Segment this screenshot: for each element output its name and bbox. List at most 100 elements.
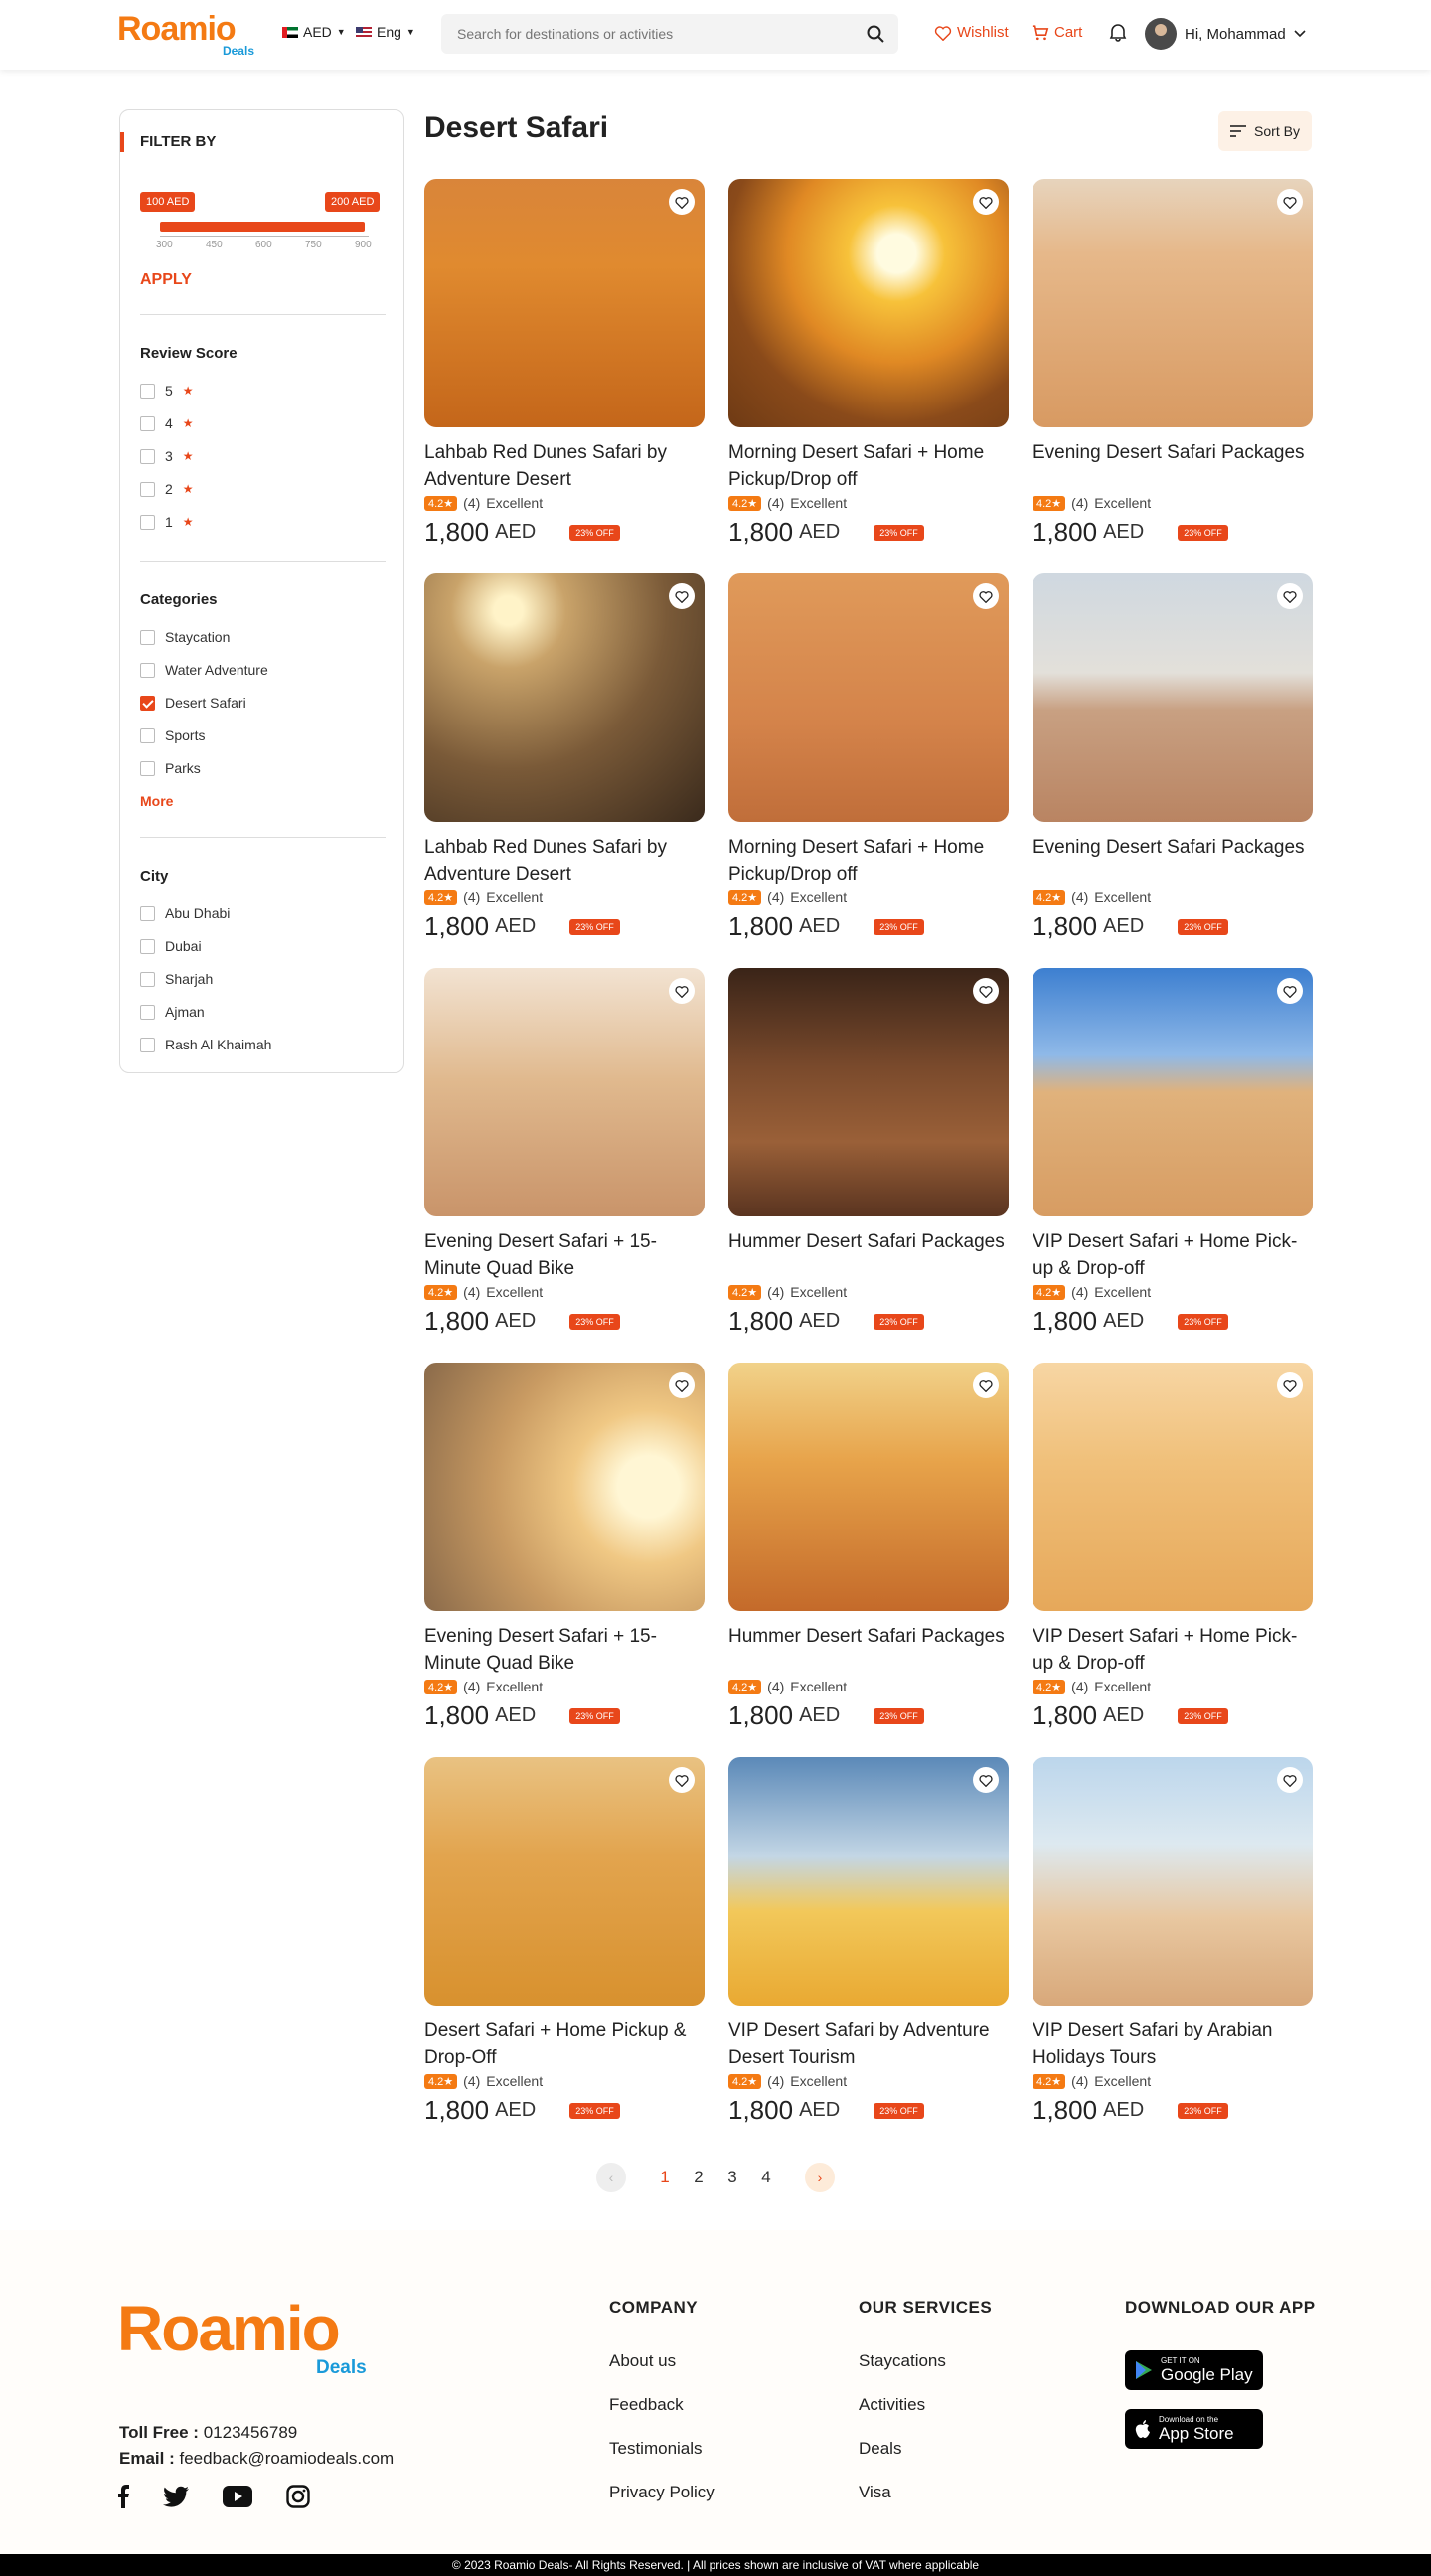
product-card[interactable]: Desert Safari + Home Pickup & Drop-Off 4.… <box>424 1757 705 2135</box>
product-name[interactable]: VIP Desert Safari + Home Pick-up & Drop-… <box>1033 1228 1313 1282</box>
wishlist-heart-icon[interactable] <box>669 583 695 609</box>
footer-logo[interactable]: Roamio Deals <box>117 2294 378 2378</box>
checkbox[interactable] <box>140 514 155 530</box>
wishlist-heart-icon[interactable] <box>973 189 999 215</box>
product-name[interactable]: Evening Desert Safari + 15-Minute Quad B… <box>424 1623 705 1677</box>
wishlist-heart-icon[interactable] <box>1277 978 1303 1004</box>
product-name[interactable]: Lahbab Red Dunes Safari by Adventure Des… <box>424 439 705 493</box>
google-play-button[interactable]: GET IT ON Google Play <box>1125 2350 1263 2390</box>
apply-button[interactable]: APPLY <box>140 271 192 289</box>
checkbox[interactable] <box>140 415 155 431</box>
wishlist-heart-icon[interactable] <box>669 978 695 1004</box>
product-card[interactable]: VIP Desert Safari + Home Pick-up & Drop-… <box>1033 1363 1313 1740</box>
city-option[interactable]: Rash Al Khaimah <box>140 1037 271 1052</box>
product-name[interactable]: VIP Desert Safari by Arabian Holidays To… <box>1033 2017 1313 2071</box>
user-menu[interactable]: Hi, Mohammad <box>1145 18 1306 50</box>
app-store-button[interactable]: Download on the App Store <box>1125 2409 1263 2449</box>
footer-link-about[interactable]: About us <box>609 2351 676 2371</box>
product-image[interactable] <box>1033 573 1313 822</box>
checkbox[interactable] <box>140 383 155 399</box>
search-icon[interactable] <box>867 25 884 43</box>
product-name[interactable]: Morning Desert Safari + Home Pickup/Drop… <box>728 439 1009 493</box>
city-option[interactable]: Sharjah <box>140 971 213 987</box>
product-name[interactable]: Hummer Desert Safari Packages <box>728 1228 1009 1255</box>
product-card[interactable]: Lahbab Red Dunes Safari by Adventure Des… <box>424 573 705 951</box>
wishlist-heart-icon[interactable] <box>1277 1767 1303 1793</box>
currency-selector[interactable]: AED ▼ <box>282 24 346 40</box>
checkbox[interactable] <box>140 971 155 987</box>
city-option[interactable]: Ajman <box>140 1004 205 1020</box>
product-card[interactable]: VIP Desert Safari + Home Pick-up & Drop-… <box>1033 968 1313 1346</box>
product-image[interactable] <box>424 968 705 1216</box>
product-image[interactable] <box>424 573 705 822</box>
footer-link-privacy[interactable]: Privacy Policy <box>609 2483 715 2502</box>
product-card[interactable]: VIP Desert Safari by Arabian Holidays To… <box>1033 1757 1313 2135</box>
checkbox[interactable] <box>140 448 155 464</box>
product-name[interactable]: Morning Desert Safari + Home Pickup/Drop… <box>728 834 1009 887</box>
product-image[interactable] <box>424 1363 705 1611</box>
page-2[interactable]: 2 <box>682 2163 716 2192</box>
toll-free-number[interactable]: 0123456789 <box>204 2423 298 2442</box>
wishlist-heart-icon[interactable] <box>973 1372 999 1398</box>
chevron-right-icon[interactable]: › <box>805 2163 835 2192</box>
category-option[interactable]: Sports <box>140 727 205 743</box>
cart-link[interactable]: Cart <box>1032 24 1082 41</box>
wishlist-heart-icon[interactable] <box>669 189 695 215</box>
checkbox[interactable] <box>140 938 155 954</box>
checkbox[interactable] <box>140 481 155 497</box>
product-image[interactable] <box>728 968 1009 1216</box>
product-image[interactable] <box>1033 179 1313 427</box>
checkbox[interactable] <box>140 905 155 921</box>
product-image[interactable] <box>728 1757 1009 2006</box>
wishlist-heart-icon[interactable] <box>1277 583 1303 609</box>
language-selector[interactable]: Eng ▼ <box>356 24 415 40</box>
category-option[interactable]: Water Adventure <box>140 662 268 678</box>
product-image[interactable] <box>1033 968 1313 1216</box>
sort-by-button[interactable]: Sort By <box>1218 111 1312 151</box>
bell-icon[interactable] <box>1109 22 1127 42</box>
product-card[interactable]: Evening Desert Safari Packages 4.2★ (4) Exc… <box>1033 573 1313 951</box>
product-card[interactable]: Evening Desert Safari Packages 4.2★ (4) Exc… <box>1033 179 1313 557</box>
product-name[interactable]: VIP Desert Safari + Home Pick-up & Drop-… <box>1033 1623 1313 1677</box>
footer-link-feedback[interactable]: Feedback <box>609 2395 684 2415</box>
email-address[interactable]: feedback@roamiodeals.com <box>179 2449 394 2468</box>
product-image[interactable] <box>424 1757 705 2006</box>
product-card[interactable]: Morning Desert Safari + Home Pickup/Drop… <box>728 573 1009 951</box>
twitter-icon[interactable] <box>163 2486 189 2507</box>
product-name[interactable]: Desert Safari + Home Pickup & Drop-Off <box>424 2017 705 2071</box>
page-3[interactable]: 3 <box>716 2163 749 2192</box>
product-image[interactable] <box>728 179 1009 427</box>
checkbox[interactable] <box>140 1004 155 1020</box>
product-card[interactable]: Morning Desert Safari + Home Pickup/Drop… <box>728 179 1009 557</box>
checkbox[interactable] <box>140 760 155 776</box>
footer-link-activities[interactable]: Activities <box>859 2395 925 2415</box>
wishlist-heart-icon[interactable] <box>1277 189 1303 215</box>
page-4[interactable]: 4 <box>749 2163 783 2192</box>
checkbox[interactable] <box>140 662 155 678</box>
product-name[interactable]: Lahbab Red Dunes Safari by Adventure Des… <box>424 834 705 887</box>
review-option-5[interactable]: 5 ★ <box>140 383 194 399</box>
review-option-4[interactable]: 4 ★ <box>140 415 194 431</box>
product-image[interactable] <box>728 1363 1009 1611</box>
product-card[interactable]: Evening Desert Safari + 15-Minute Quad B… <box>424 1363 705 1740</box>
facebook-icon[interactable] <box>117 2485 129 2508</box>
checkbox-checked[interactable] <box>140 695 155 711</box>
product-image[interactable] <box>1033 1363 1313 1611</box>
range-track[interactable] <box>160 222 365 232</box>
wishlist-heart-icon[interactable] <box>669 1767 695 1793</box>
footer-link-staycations[interactable]: Staycations <box>859 2351 946 2371</box>
wishlist-heart-icon[interactable] <box>973 978 999 1004</box>
checkbox[interactable] <box>140 727 155 743</box>
footer-link-visa[interactable]: Visa <box>859 2483 891 2502</box>
page-1[interactable]: 1 <box>648 2163 682 2192</box>
product-name[interactable]: Evening Desert Safari Packages <box>1033 439 1313 466</box>
product-name[interactable]: Hummer Desert Safari Packages <box>728 1623 1009 1650</box>
wishlist-link[interactable]: Wishlist <box>934 24 1009 41</box>
city-option[interactable]: Abu Dhabi <box>140 905 230 921</box>
product-card[interactable]: VIP Desert Safari by Adventure Desert To… <box>728 1757 1009 2135</box>
product-name[interactable]: Evening Desert Safari Packages <box>1033 834 1313 861</box>
category-option[interactable]: Staycation <box>140 629 230 645</box>
logo[interactable]: Roamio Deals <box>117 10 256 60</box>
price-range-slider[interactable]: 100 AED 200 AED 300 450 600 750 900 <box>140 180 389 279</box>
product-name[interactable]: VIP Desert Safari by Adventure Desert To… <box>728 2017 1009 2071</box>
